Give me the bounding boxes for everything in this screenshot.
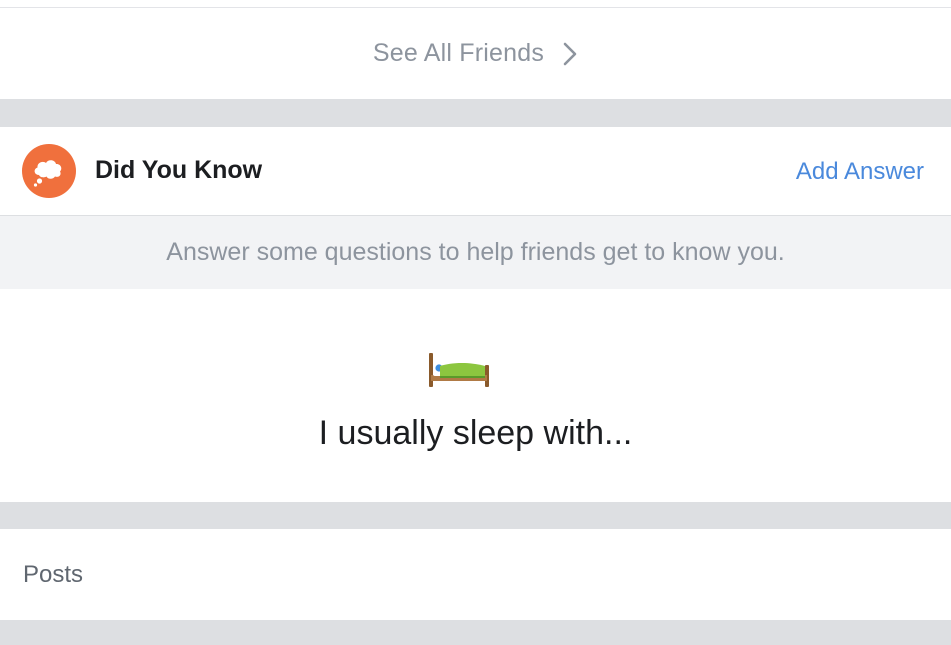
see-all-friends-label: See All Friends bbox=[372, 39, 545, 67]
chevron-right-icon bbox=[562, 41, 578, 67]
did-you-know-title: Did You Know bbox=[95, 156, 263, 184]
add-answer-link[interactable]: Add Answer bbox=[796, 158, 924, 186]
section-separator bbox=[0, 620, 951, 645]
section-separator bbox=[0, 99, 951, 127]
section-separator bbox=[0, 502, 951, 529]
thought-bubble-icon bbox=[22, 144, 76, 198]
did-you-know-subtitle-bar: Answer some questions to help friends ge… bbox=[0, 216, 951, 289]
question-card[interactable]: I usually sleep with... bbox=[0, 289, 951, 502]
did-you-know-header: Did You Know Add Answer bbox=[0, 127, 951, 216]
did-you-know-subtitle: Answer some questions to help friends ge… bbox=[166, 238, 785, 266]
profile-page: See All Friends Did You Know Add Answer … bbox=[0, 0, 951, 645]
see-all-friends-button[interactable]: See All Friends bbox=[0, 8, 951, 99]
posts-section: Posts bbox=[0, 529, 951, 620]
posts-label: Posts bbox=[23, 561, 84, 588]
bed-emoji-icon bbox=[427, 351, 491, 391]
question-text: I usually sleep with... bbox=[318, 414, 633, 452]
top-divider bbox=[0, 0, 951, 8]
